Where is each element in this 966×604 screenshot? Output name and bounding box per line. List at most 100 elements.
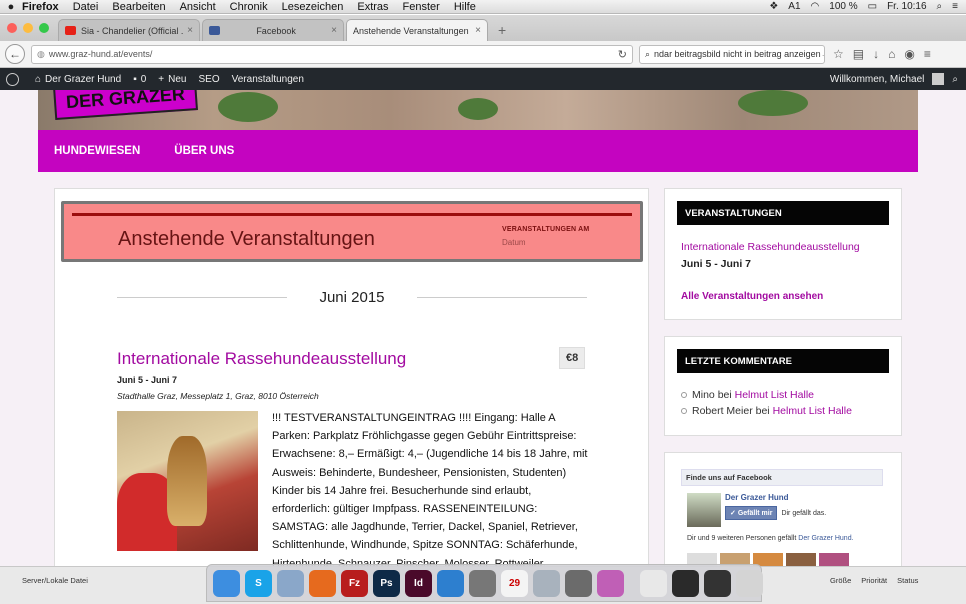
back-button[interactable]: ← xyxy=(5,44,25,64)
dock-mail-icon[interactable] xyxy=(277,569,304,597)
wp-seo-link[interactable]: SEO xyxy=(199,74,220,85)
menu-datei[interactable]: Datei xyxy=(73,1,99,13)
search-text: ndar beitragsbild nicht in beitrag anzei… xyxy=(654,49,821,59)
clock[interactable]: Fr. 10:16 xyxy=(887,1,926,12)
column-priority[interactable]: Priorität xyxy=(861,576,887,585)
column-size[interactable]: Größe xyxy=(830,576,851,585)
dock-preview-icon[interactable] xyxy=(640,569,667,597)
reload-icon[interactable]: ↻ xyxy=(618,48,627,61)
dock-photoshop-icon[interactable]: Ps xyxy=(373,569,400,597)
avatar[interactable] xyxy=(932,73,945,85)
dock-filezilla-icon[interactable]: Fz xyxy=(341,569,368,597)
menu-bearbeiten[interactable]: Bearbeiten xyxy=(112,1,165,13)
spotlight-icon[interactable]: ⌕ xyxy=(937,1,943,12)
wp-greeting[interactable]: Willkommen, Michael xyxy=(830,74,924,85)
dock-indesign-icon[interactable]: Id xyxy=(405,569,432,597)
dock-window2-icon[interactable] xyxy=(704,569,731,597)
tab-label: Facebook xyxy=(256,25,296,36)
avatar[interactable] xyxy=(786,553,816,566)
menu-fenster[interactable]: Fenster xyxy=(403,1,440,13)
dock-launchpad-icon[interactable] xyxy=(533,569,560,597)
home-icon[interactable]: ⌂ xyxy=(888,47,895,61)
site-nav: HUNDEWIESEN ÜBER UNS xyxy=(38,130,918,172)
event-venue: Stadthalle Graz, Messeplatz 1, Graz, 801… xyxy=(117,391,319,401)
menu-extras[interactable]: Extras xyxy=(357,1,388,13)
menu-app[interactable]: Firefox xyxy=(22,1,59,13)
event-title-link[interactable]: Internationale Rassehundeausstellung xyxy=(117,349,406,369)
battery-icon[interactable]: ▭ xyxy=(868,1,877,12)
dropbox-icon[interactable]: ❖ xyxy=(769,1,778,12)
notification-icon[interactable]: ≡ xyxy=(952,1,958,12)
wp-events-link[interactable]: Veranstaltungen xyxy=(232,74,304,85)
widget-event-link[interactable]: Internationale Rassehundeausstellung xyxy=(681,241,860,253)
facebook-like-button[interactable]: ✓ Gefällt mir xyxy=(725,506,778,520)
minimize-window-icon[interactable] xyxy=(23,23,33,33)
site-logo[interactable]: DER GRAZER xyxy=(53,90,198,120)
event-image[interactable] xyxy=(117,411,258,551)
battery-text[interactable]: 100 % xyxy=(829,1,857,12)
wp-site-name: Der Grazer Hund xyxy=(45,73,122,85)
nav-hundewiesen[interactable]: HUNDEWIESEN xyxy=(54,145,140,157)
close-tab-icon[interactable]: × xyxy=(475,25,481,36)
arrow-left-icon: ← xyxy=(9,47,21,61)
nav-ueber-uns[interactable]: ÜBER UNS xyxy=(174,145,234,157)
new-tab-button[interactable]: + xyxy=(490,19,514,41)
menu-hilfe[interactable]: Hilfe xyxy=(454,1,476,13)
wordpress-logo-icon[interactable] xyxy=(6,72,23,86)
tab-youtube[interactable]: Sia - Chandelier (Official ... × xyxy=(58,19,200,41)
download-icon[interactable]: ↓ xyxy=(873,47,879,61)
events-widget: VERANSTALTUNGEN Internationale Rassehund… xyxy=(664,188,902,320)
widget-event-date: Juni 5 - Juni 7 xyxy=(681,258,752,270)
url-bar[interactable]: ◍ www.graz-hund.at/events/ ↻ xyxy=(31,44,633,64)
menu-lesezeichen[interactable]: Lesezeichen xyxy=(282,1,344,13)
reading-list-icon[interactable]: ▤ xyxy=(853,47,864,61)
zoom-window-icon[interactable] xyxy=(39,23,49,33)
dock-trash-icon[interactable] xyxy=(736,569,763,597)
dock-network-icon[interactable] xyxy=(437,569,464,597)
close-tab-icon[interactable]: × xyxy=(187,25,193,36)
column-status[interactable]: Status xyxy=(897,576,918,585)
apple-icon[interactable]: ● xyxy=(0,1,22,13)
dock-octopus-icon[interactable] xyxy=(597,569,624,597)
close-window-icon[interactable] xyxy=(7,23,17,33)
dock-window1-icon[interactable] xyxy=(672,569,699,597)
search-go-icon[interactable]: → xyxy=(821,49,824,59)
window-controls xyxy=(7,23,49,33)
tab-facebook[interactable]: Facebook × xyxy=(202,19,344,41)
bookmark-star-icon[interactable]: ☆ xyxy=(833,47,844,61)
facebook-page-name[interactable]: Der Grazer Hund xyxy=(725,493,826,502)
tab-events[interactable]: Anstehende Veranstaltungen | D... × xyxy=(346,19,488,41)
dock-settings-icon[interactable] xyxy=(565,569,592,597)
dock-firefox-icon[interactable] xyxy=(309,569,336,597)
close-tab-icon[interactable]: × xyxy=(331,25,337,36)
friends-page-link[interactable]: Der Grazer Hund. xyxy=(798,535,853,542)
wifi-icon[interactable]: ◠ xyxy=(811,1,820,12)
wp-site-link[interactable]: ⌂ Der Grazer Hund xyxy=(35,74,121,85)
dock-finder-icon[interactable] xyxy=(213,569,240,597)
url-text: www.graz-hund.at/events/ xyxy=(48,49,153,59)
event-date: Juni 5 - Juni 7 xyxy=(117,375,178,385)
addon-icon[interactable]: ◉ xyxy=(904,47,914,61)
dock-calendar-icon[interactable]: 29 xyxy=(501,569,528,597)
home-icon: ⌂ xyxy=(35,73,42,85)
all-events-link[interactable]: Alle Veranstaltungen ansehen xyxy=(681,291,823,302)
comment-post-link[interactable]: Helmut List Halle xyxy=(735,389,814,401)
menu-ansicht[interactable]: Ansicht xyxy=(180,1,216,13)
hamburger-menu-icon[interactable]: ≡ xyxy=(924,47,931,61)
adobe-status-icon[interactable]: A1 xyxy=(788,1,800,12)
wp-new-link[interactable]: + Neu xyxy=(158,74,186,85)
toolbar-icons: ☆ ▤ ↓ ⌂ ◉ ≡ xyxy=(833,47,931,61)
search-icon[interactable]: ⌕ xyxy=(952,74,958,85)
adobe-count: 1 xyxy=(794,1,801,12)
menu-chronik[interactable]: Chronik xyxy=(230,1,268,13)
search-input[interactable]: ⌕ ndar beitragsbild nicht in beitrag anz… xyxy=(639,44,825,64)
avatar[interactable] xyxy=(819,553,849,566)
comment-post-link[interactable]: Helmut List Halle xyxy=(773,405,852,417)
wp-comments-link[interactable]: ▪ 0 xyxy=(133,74,146,85)
facebook-page-thumbnail[interactable] xyxy=(687,493,721,527)
dock-calculator-icon[interactable] xyxy=(469,569,496,597)
widget-title: VERANSTALTUNGEN xyxy=(677,201,889,225)
dock-skype-icon[interactable]: S xyxy=(245,569,272,597)
browser-navbar: ← ◍ www.graz-hund.at/events/ ↻ ⌕ ndar be… xyxy=(0,41,966,68)
event-description: !!! TESTVERANSTALTUNGEINTRAG !!!! Eingan… xyxy=(272,412,588,566)
